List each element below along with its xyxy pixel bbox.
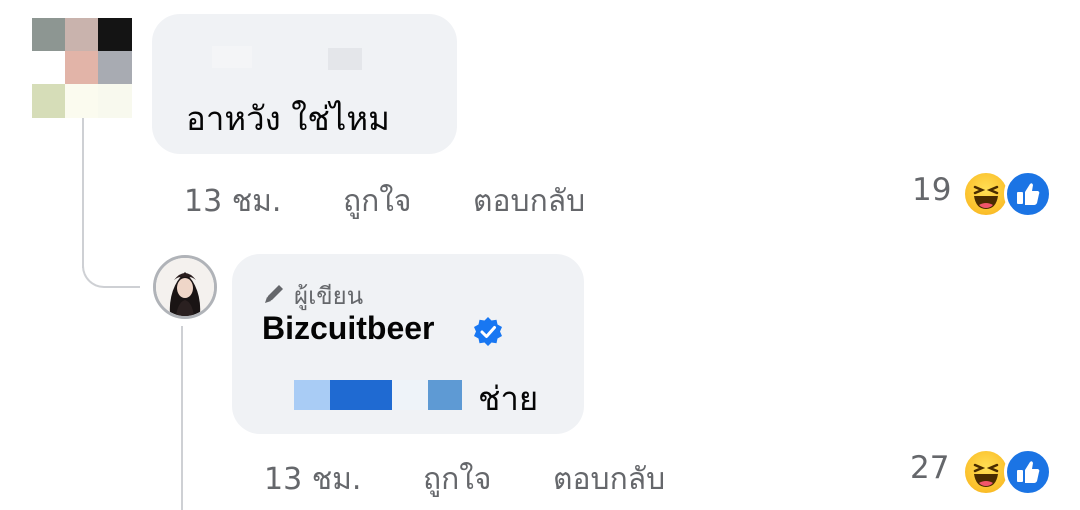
redacted-text — [330, 380, 392, 410]
reply-button[interactable]: ตอบกลับ — [553, 462, 665, 497]
pencil-icon — [262, 282, 288, 312]
like-icon[interactable] — [1004, 448, 1052, 496]
comment-text: อาหวัง ใช่ไหม — [186, 99, 390, 138]
avatar[interactable] — [32, 18, 132, 118]
verified-badge-icon — [472, 316, 504, 348]
like-button[interactable]: ถูกใจ — [343, 184, 412, 219]
haha-icon[interactable] — [962, 448, 1010, 496]
author-badge-label: ผู้เขียน — [294, 282, 364, 310]
thread-connector — [82, 238, 140, 288]
thread-line-reply — [181, 326, 183, 510]
reply-button[interactable]: ตอบกลับ — [473, 184, 585, 219]
author-avatar[interactable] — [153, 255, 217, 319]
comment-bubble: อาหวัง ใช่ไหม — [152, 14, 457, 154]
redacted-name — [328, 48, 362, 70]
reply-actions: 13 ชม. ถูกใจ ตอบกลับ — [264, 456, 665, 503]
redacted-text — [294, 380, 330, 410]
haha-icon[interactable] — [962, 170, 1010, 218]
reaction-count[interactable]: 27 — [910, 450, 949, 486]
timestamp[interactable]: 13 ชม. — [184, 184, 281, 219]
author-name[interactable]: Bizcuitbeer — [262, 310, 434, 347]
like-icon[interactable] — [1004, 170, 1052, 218]
like-button[interactable]: ถูกใจ — [423, 462, 492, 497]
comment-actions: 13 ชม. ถูกใจ ตอบกลับ — [184, 178, 585, 225]
timestamp[interactable]: 13 ชม. — [264, 462, 361, 497]
redacted-text — [392, 380, 428, 410]
reaction-count[interactable]: 19 — [912, 172, 951, 208]
reply-text: ช่าย — [478, 379, 539, 418]
redacted-name — [212, 46, 252, 68]
redacted-text — [428, 380, 462, 410]
